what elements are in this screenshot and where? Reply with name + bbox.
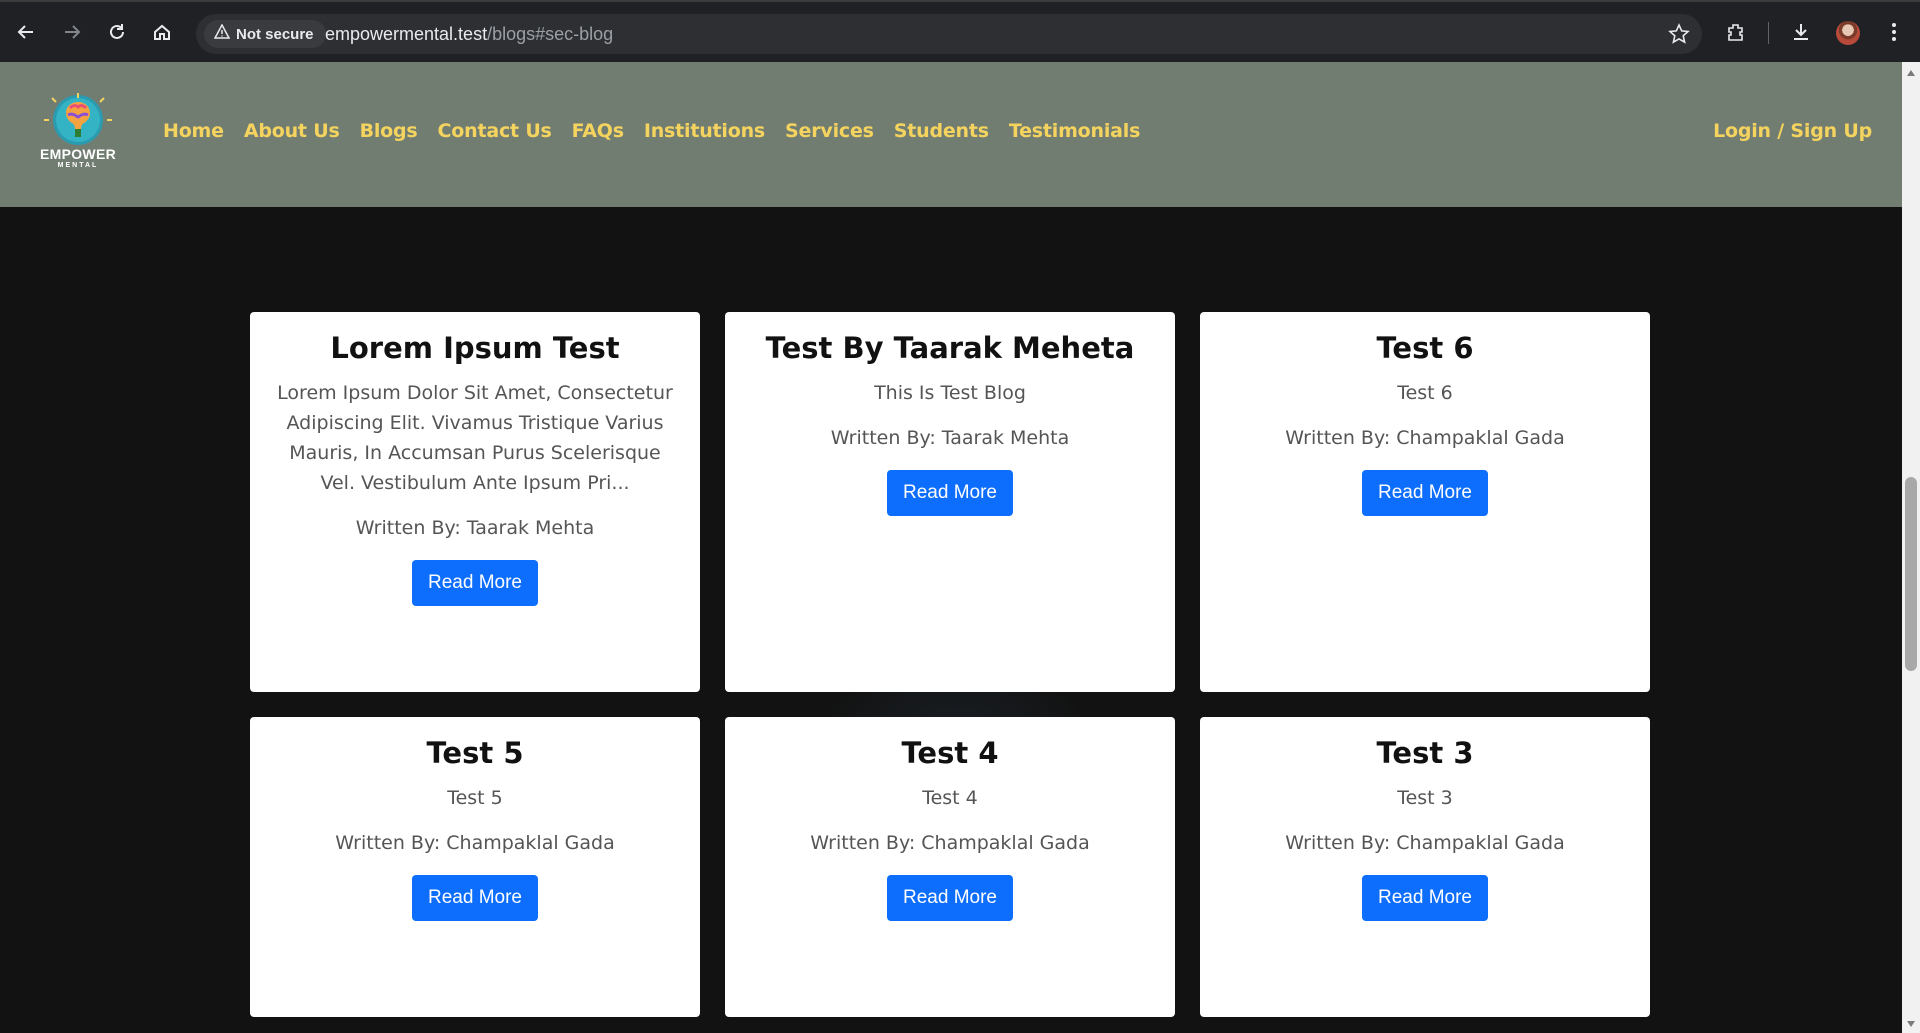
blog-author: Written By: Champaklal Gada (1285, 832, 1565, 854)
read-more-button[interactable]: Read More (1362, 470, 1488, 516)
back-icon[interactable] (8, 14, 44, 50)
blog-card: Test 3 Test 3 Written By: Champaklal Gad… (1200, 717, 1650, 1017)
blog-author: Written By: Champaklal Gada (1285, 427, 1565, 449)
nav-blogs[interactable]: Blogs (360, 120, 418, 142)
nav-students[interactable]: Students (894, 120, 989, 142)
blog-excerpt: Test 6 (1397, 382, 1453, 404)
url-path: /blogs#sec-blog (487, 24, 614, 44)
reload-icon[interactable] (99, 14, 135, 50)
profile-avatar[interactable] (1836, 21, 1860, 45)
nav-about-us[interactable]: About Us (244, 120, 340, 142)
address-bar[interactable]: Not secure empowermental.test/blogs#sec-… (196, 14, 1702, 54)
warning-icon (213, 23, 231, 44)
read-more-button[interactable]: Read More (887, 875, 1013, 921)
main-nav: Home About Us Blogs Contact Us FAQs Inst… (163, 120, 1140, 142)
nav-home[interactable]: Home (163, 120, 224, 142)
blog-card: Test 6 Test 6 Written By: Champaklal Gad… (1200, 312, 1650, 692)
page-viewport: EMPOWER MENTAL Home About Us Blogs Conta… (0, 62, 1902, 1033)
blog-excerpt: Test 5 (447, 787, 503, 809)
logo-brain-icon (44, 93, 112, 145)
browser-toolbar: Not secure empowermental.test/blogs#sec-… (0, 0, 1920, 62)
extensions-icon[interactable] (1718, 14, 1754, 50)
logo-text-line2: MENTAL (57, 162, 99, 169)
blog-card: Test By Taarak Meheta This Is Test Blog … (725, 312, 1175, 692)
blog-excerpt: Test 3 (1397, 787, 1453, 809)
home-icon[interactable] (144, 14, 180, 50)
read-more-button[interactable]: Read More (887, 470, 1013, 516)
blog-card: Test 4 Test 4 Written By: Champaklal Gad… (725, 717, 1175, 1017)
blog-title: Test By Taarak Meheta (765, 331, 1135, 365)
site-header: EMPOWER MENTAL Home About Us Blogs Conta… (0, 62, 1902, 207)
scroll-up-icon[interactable] (1907, 70, 1915, 76)
login-signup-link[interactable]: Login / Sign Up (1713, 120, 1872, 142)
security-label: Not secure (236, 25, 314, 43)
nav-services[interactable]: Services (785, 120, 874, 142)
page-scrollbar[interactable] (1902, 62, 1920, 1033)
blog-title: Lorem Ipsum Test (330, 331, 620, 365)
nav-faqs[interactable]: FAQs (572, 120, 624, 142)
toolbar-divider (1768, 22, 1769, 44)
scrollbar-thumb[interactable] (1905, 477, 1917, 671)
blog-card: Test 5 Test 5 Written By: Champaklal Gad… (250, 717, 700, 1017)
url-host: empowermental.test (325, 24, 488, 44)
scroll-down-icon[interactable] (1907, 1021, 1915, 1027)
download-icon[interactable] (1783, 14, 1819, 50)
blog-excerpt: This Is Test Blog (874, 382, 1026, 404)
nav-contact-us[interactable]: Contact Us (438, 120, 552, 142)
read-more-button[interactable]: Read More (1362, 875, 1488, 921)
blog-author: Written By: Champaklal Gada (335, 832, 615, 854)
read-more-button[interactable]: Read More (412, 560, 538, 606)
blog-excerpt: Lorem Ipsum Dolor Sit Amet, Consectetur … (277, 382, 673, 494)
blog-title: Test 3 (1376, 736, 1474, 770)
blog-author: Written By: Champaklal Gada (810, 832, 1090, 854)
blog-card: Lorem Ipsum Test Lorem Ipsum Dolor Sit A… (250, 312, 700, 692)
blog-excerpt: Test 4 (922, 787, 978, 809)
security-chip[interactable]: Not secure (204, 20, 326, 48)
menu-kebab-icon[interactable] (1876, 14, 1912, 50)
blog-author: Written By: Taarak Mehta (355, 517, 595, 539)
nav-institutions[interactable]: Institutions (644, 120, 765, 142)
forward-icon[interactable] (54, 14, 90, 50)
read-more-button[interactable]: Read More (412, 875, 538, 921)
bookmark-star-icon[interactable] (1668, 23, 1690, 49)
url-text[interactable]: empowermental.test/blogs#sec-blog (325, 24, 613, 45)
blog-author: Written By: Taarak Mehta (830, 427, 1070, 449)
blog-title: Test 4 (901, 736, 999, 770)
blog-title: Test 6 (1376, 331, 1474, 365)
nav-testimonials[interactable]: Testimonials (1009, 120, 1141, 142)
logo-text-line1: EMPOWER (40, 146, 116, 162)
blog-title: Test 5 (426, 736, 524, 770)
site-logo[interactable]: EMPOWER MENTAL (34, 92, 122, 172)
